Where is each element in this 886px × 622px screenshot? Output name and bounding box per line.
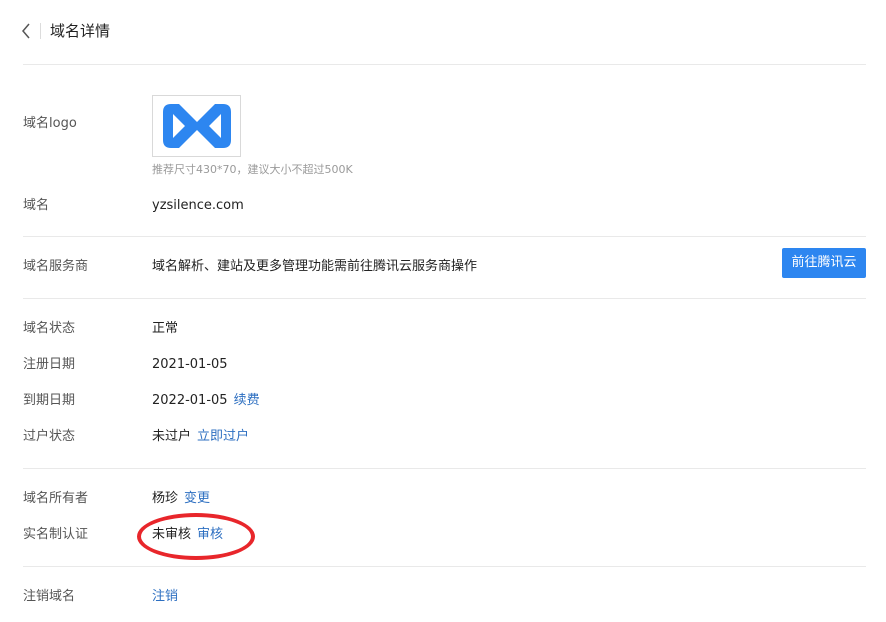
- verification-value: 未审核: [152, 527, 192, 542]
- transfer-status-label: 过户状态: [23, 429, 76, 444]
- divider: [23, 468, 866, 469]
- provider-label: 域名服务商: [23, 259, 89, 274]
- domain-logo-image: [162, 104, 231, 148]
- page-header: 域名详情: [0, 0, 886, 64]
- goto-tencent-cloud-button[interactable]: 前往腾讯云: [782, 248, 866, 278]
- owner-row: 杨珍 变更: [152, 490, 210, 508]
- transfer-status-value: 未过户: [152, 429, 192, 444]
- logo-hint: 推荐尺寸430*70，建议大小不超过500K: [152, 163, 353, 176]
- verification-label: 实名制认证: [23, 527, 89, 542]
- transfer-status-row: 未过户 立即过户: [152, 428, 249, 446]
- divider: [23, 64, 866, 65]
- renew-link[interactable]: 续费: [234, 393, 260, 408]
- divider: [23, 236, 866, 237]
- status-label: 域名状态: [23, 321, 76, 336]
- owner-value: 杨珍: [152, 491, 179, 506]
- domain-label: 域名: [23, 198, 50, 213]
- register-date-label: 注册日期: [23, 357, 76, 372]
- cancel-domain-link[interactable]: 注销: [152, 588, 178, 606]
- register-date-value: 2021-01-05: [152, 357, 228, 372]
- chevron-left-icon: [22, 23, 30, 39]
- status-value: 正常: [152, 321, 179, 336]
- back-button[interactable]: [18, 20, 38, 42]
- page-title: 域名详情: [50, 22, 111, 40]
- expire-date-label: 到期日期: [23, 393, 76, 408]
- expire-date-value: 2022-01-05: [152, 393, 228, 408]
- cancel-domain-label: 注销域名: [23, 589, 76, 604]
- domain-value: yzsilence.com: [152, 198, 244, 213]
- header-divider: [40, 23, 41, 39]
- divider: [23, 298, 866, 299]
- expire-date-row: 2022-01-05 续费: [152, 392, 260, 410]
- transfer-now-link[interactable]: 立即过户: [197, 429, 249, 444]
- logo-upload[interactable]: [152, 95, 241, 157]
- verification-row: 未审核 审核: [152, 526, 223, 544]
- divider: [23, 566, 866, 567]
- provider-value: 域名解析、建站及更多管理功能需前往腾讯云服务商操作: [152, 259, 478, 274]
- change-owner-link[interactable]: 变更: [184, 491, 210, 506]
- logo-label: 域名logo: [23, 116, 77, 131]
- owner-label: 域名所有者: [23, 491, 89, 506]
- verify-link[interactable]: 审核: [197, 527, 223, 542]
